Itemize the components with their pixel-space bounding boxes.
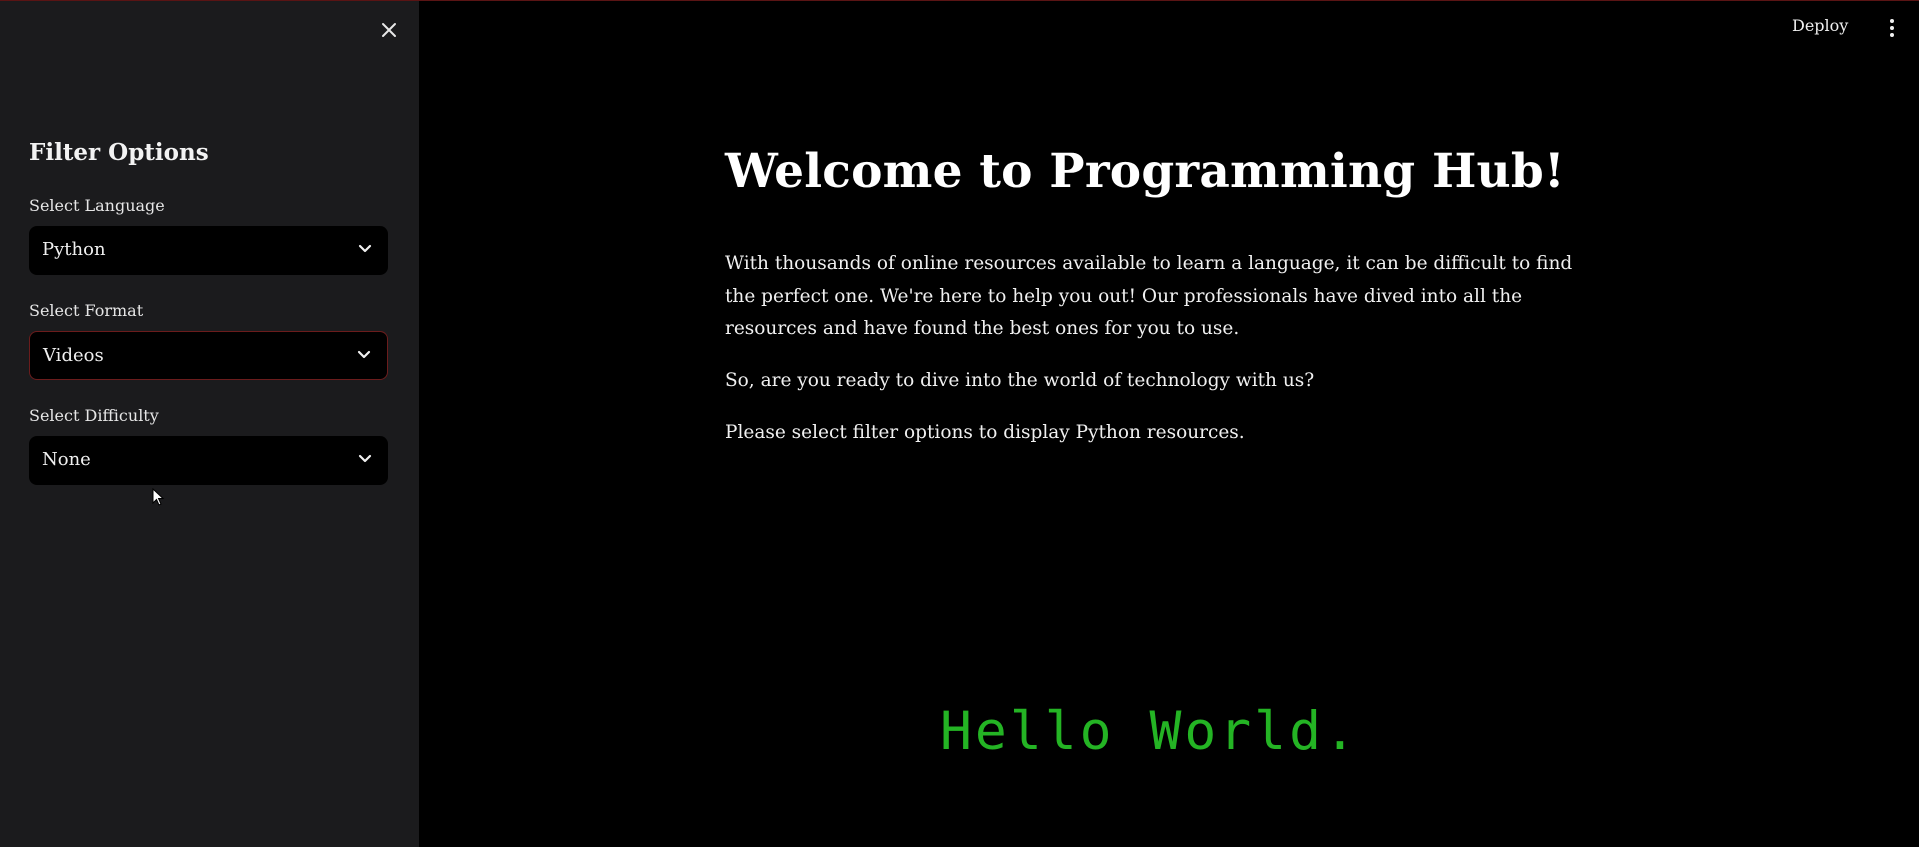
hello-world-animation: Hello World.	[940, 701, 1359, 762]
chevron-down-icon	[358, 244, 372, 253]
sidebar-title: Filter Options	[29, 139, 209, 166]
main-menu-button[interactable]	[1882, 17, 1902, 39]
intro-paragraph: With thousands of online resources avail…	[725, 253, 1573, 339]
language-select-value: Python	[42, 239, 106, 260]
difficulty-select[interactable]: None	[29, 436, 388, 485]
sidebar: Filter Options Select Language Python Se…	[0, 1, 419, 847]
format-select-value: Videos	[43, 345, 104, 366]
app-window: Filter Options Select Language Python Se…	[0, 0, 1919, 847]
format-label: Select Format	[29, 301, 144, 320]
mouse-cursor-icon	[152, 488, 165, 506]
language-select[interactable]: Python	[29, 226, 388, 275]
close-sidebar-button[interactable]	[376, 17, 402, 43]
close-icon	[382, 23, 396, 37]
page-title: Welcome to Programming Hub!	[725, 144, 1565, 199]
format-select[interactable]: Videos	[29, 331, 388, 380]
chevron-down-icon	[358, 454, 372, 463]
chevron-down-icon	[357, 350, 371, 359]
kebab-menu-icon	[1890, 19, 1894, 37]
deploy-button[interactable]: Deploy	[1792, 16, 1848, 35]
question-paragraph: So, are you ready to dive into the world…	[725, 370, 1315, 391]
instruction-paragraph: Please select filter options to display …	[725, 422, 1245, 443]
language-label: Select Language	[29, 196, 165, 215]
difficulty-select-value: None	[42, 449, 91, 470]
difficulty-label: Select Difficulty	[29, 406, 159, 425]
